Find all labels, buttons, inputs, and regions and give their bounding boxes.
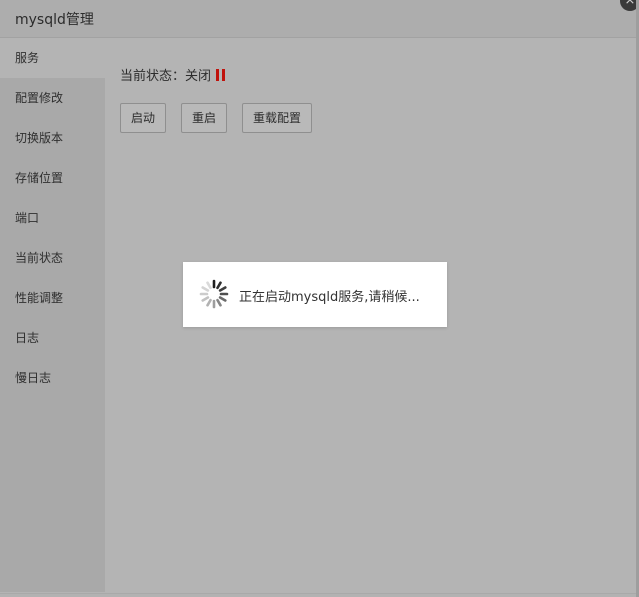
dialog-title: mysqld管理	[15, 12, 94, 28]
dialog-titlebar: mysqld管理	[0, 0, 636, 38]
loading-message: 正在启动mysqld服务,请稍候...	[239, 290, 420, 305]
service-status: 当前状态：关闭	[120, 65, 226, 84]
sidebar-item-performance[interactable]: 性能调整	[0, 278, 105, 318]
start-button[interactable]: 启动	[120, 103, 167, 133]
loading-dialog: 正在启动mysqld服务,请稍候...	[183, 262, 447, 327]
sidebar-item-log[interactable]: 日志	[0, 318, 105, 358]
sidebar-item-storage-location[interactable]: 存储位置	[0, 158, 105, 198]
spinner-icon	[199, 279, 229, 309]
sidebar-item-port[interactable]: 端口	[0, 198, 105, 238]
status-text: 当前状态：关闭	[120, 69, 212, 84]
sidebar-item-switch-version[interactable]: 切换版本	[0, 118, 105, 158]
sidebar-item-slow-log[interactable]: 慢日志	[0, 358, 105, 398]
sidebar: 服务 配置修改 切换版本 存储位置 端口 当前状态 性能调整 日志 慢日志	[0, 38, 105, 592]
sidebar-item-service[interactable]: 服务	[0, 38, 105, 78]
close-icon: ×	[624, 0, 636, 8]
restart-button[interactable]: 重启	[181, 103, 228, 133]
sidebar-item-current-status[interactable]: 当前状态	[0, 238, 105, 278]
reload-config-button[interactable]: 重载配置	[242, 103, 313, 133]
sidebar-item-config-edit[interactable]: 配置修改	[0, 78, 105, 118]
pause-icon	[216, 69, 226, 81]
